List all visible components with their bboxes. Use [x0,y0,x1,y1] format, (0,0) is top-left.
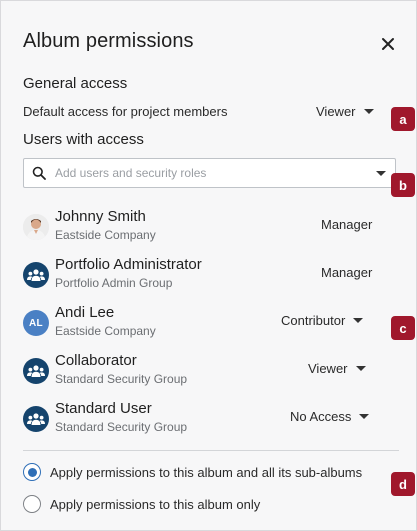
radio-selected-dot [27,467,37,477]
user-role-value: Manager [321,217,373,232]
user-org: Eastside Company [55,324,156,338]
default-access-value: Viewer [316,104,356,119]
search-input[interactable] [55,166,365,180]
user-org: Eastside Company [55,228,156,242]
chevron-down-icon [359,414,370,419]
group-icon [27,413,45,425]
close-button[interactable] [378,34,398,54]
radio-button[interactable] [23,463,41,481]
avatar [23,406,49,432]
user-name: Standard User [55,400,152,417]
user-role-select[interactable]: No Access [290,409,370,424]
dialog-title: Album permissions [23,30,194,52]
user-photo-icon [23,214,49,240]
default-access-select[interactable]: Viewer [316,104,374,119]
divider [23,450,399,451]
group-icon [27,269,45,281]
radio-apply-album-only[interactable]: Apply permissions to this album only [23,495,260,513]
user-role-value: No Access [290,409,352,424]
user-role-select[interactable]: Contributor [281,313,364,328]
avatar [23,214,49,240]
close-icon [382,38,394,50]
user-org: Standard Security Group [55,420,188,434]
default-access-label: Default access for project members [23,104,228,119]
avatar [23,262,49,288]
radio-apply-all-sub-albums[interactable]: Apply permissions to this album and all … [23,463,362,481]
callout-badge-b: b [391,173,415,197]
callout-badge-d: d [391,472,415,496]
group-icon [27,365,45,377]
user-search-field[interactable] [23,158,396,188]
user-org: Standard Security Group [55,372,188,386]
radio-button[interactable] [23,495,41,513]
user-name: Andi Lee [55,304,115,321]
users-with-access-heading: Users with access [23,131,144,148]
radio-label: Apply permissions to this album only [50,496,261,512]
user-role-value: Viewer [308,361,348,376]
avatar: AL [23,310,49,336]
chevron-down-icon[interactable] [376,171,386,176]
radio-label: Apply permissions to this album and all … [50,464,363,480]
user-name: Johnny Smith [55,208,146,225]
chevron-down-icon [353,318,364,323]
user-name: Portfolio Administrator [55,256,202,273]
chevron-down-icon [355,366,366,371]
user-name: Collaborator [55,352,137,369]
user-role-select[interactable]: Viewer [308,361,366,376]
callout-badge-c: c [391,316,415,340]
callout-badge-a: a [391,107,415,131]
search-icon [32,166,46,180]
avatar [23,358,49,384]
general-access-heading: General access [23,75,128,92]
chevron-down-icon [363,109,374,114]
album-permissions-dialog: Album permissions General access Default… [0,0,417,531]
user-role-value: Contributor [281,313,346,328]
user-role-value: Manager [321,265,373,280]
user-org: Portfolio Admin Group [55,276,173,290]
